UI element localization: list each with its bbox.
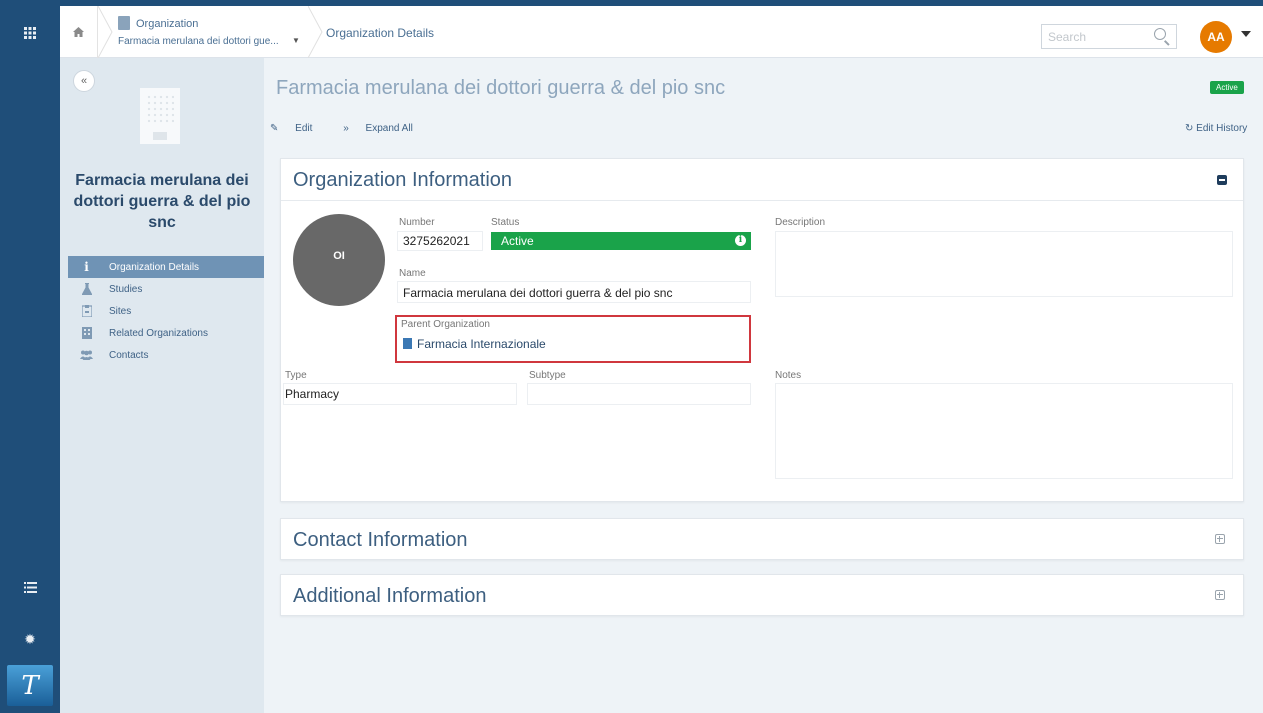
sidebar-nav: i Organization Details Studies Sites Rel… <box>68 256 264 366</box>
breadcrumb-separator <box>308 6 323 58</box>
entity-sidebar: « Farmacia merulana dei dottori guerra &… <box>60 58 264 713</box>
parent-organization-link[interactable]: Farmacia Internazionale <box>403 337 546 351</box>
sidebar-item-organization-details[interactable]: i Organization Details <box>68 256 264 278</box>
type-value: Pharmacy <box>285 387 340 401</box>
description-field <box>775 231 1233 297</box>
gear-icon[interactable]: ✹ <box>0 628 60 650</box>
breadcrumb-org-value: Farmacia merulana dei dottori gue... <box>118 36 279 47</box>
notes-label: Notes <box>775 370 802 381</box>
sidebar-item-contacts[interactable]: Contacts <box>68 344 264 366</box>
list-icon[interactable] <box>0 575 60 599</box>
additional-information-card: Additional Information <box>280 574 1244 616</box>
parent-organization-label: Parent Organization <box>401 319 490 330</box>
site-icon <box>80 305 93 318</box>
top-bar: Organization Farmacia merulana dei dotto… <box>60 0 1263 58</box>
history-icon: ↻ <box>1185 123 1194 134</box>
card-header: Organization Information <box>281 159 1243 201</box>
edit-history-label: Edit History <box>1196 123 1248 134</box>
edit-history-link[interactable]: ↻ Edit History <box>1185 123 1247 134</box>
edit-label: Edit <box>295 123 313 134</box>
sidebar-item-sites[interactable]: Sites <box>68 300 264 322</box>
user-avatar[interactable]: AA <box>1200 21 1232 53</box>
expand-all-link[interactable]: » Expand All <box>343 123 427 134</box>
description-label: Description <box>775 217 826 228</box>
info-icon: i <box>84 260 89 274</box>
status-value: Active <box>501 234 534 248</box>
sidebar-item-label: Sites <box>109 305 132 317</box>
caret-down-icon[interactable]: ▼ <box>292 36 300 45</box>
pencil-icon: ✎ <box>270 123 279 134</box>
subtype-field <box>527 383 751 405</box>
sidebar-org-name: Farmacia merulana dei dottori guerra & d… <box>73 172 251 231</box>
sidebar-item-studies[interactable]: Studies <box>68 278 264 300</box>
info-icon[interactable]: i <box>735 235 746 246</box>
chevrons-down-icon: » <box>343 123 349 134</box>
action-bar: ✎ Edit » Expand All <box>270 123 441 134</box>
breadcrumb-organization[interactable]: Organization Farmacia merulana dei dotto… <box>118 16 318 54</box>
collapse-section-icon[interactable] <box>1217 175 1227 185</box>
building-icon <box>403 338 412 349</box>
organization-building-icon <box>140 88 180 144</box>
home-icon[interactable] <box>60 6 98 58</box>
collapse-sidebar-button[interactable]: « <box>73 70 95 92</box>
number-label: Number <box>399 217 435 228</box>
edit-link[interactable]: ✎ Edit <box>270 123 326 134</box>
type-label: Type <box>285 370 307 381</box>
notes-field <box>775 383 1233 479</box>
users-icon <box>80 349 93 362</box>
main-content: Farmacia merulana dei dottori guerra & d… <box>264 58 1263 713</box>
breadcrumb-separator <box>98 6 113 58</box>
expand-section-icon[interactable] <box>1215 534 1225 544</box>
building-icon <box>80 327 93 340</box>
search-input[interactable]: Search <box>1041 24 1177 49</box>
card-title: Additional Information <box>293 585 487 607</box>
user-menu-caret-icon[interactable] <box>1241 31 1251 37</box>
app-logo: T <box>7 665 53 706</box>
card-title: Contact Information <box>293 529 468 551</box>
building-icon <box>118 16 130 30</box>
card-header[interactable]: Additional Information <box>281 575 1243 617</box>
sidebar-item-label: Studies <box>109 283 143 295</box>
flask-icon <box>80 283 93 296</box>
organization-avatar: OI <box>293 214 385 306</box>
breadcrumb-org-label: Organization <box>136 18 199 30</box>
apps-grid-icon[interactable] <box>0 5 60 60</box>
page-title: Farmacia merulana dei dottori guerra & d… <box>276 77 726 99</box>
sidebar-item-label: Contacts <box>109 349 149 361</box>
name-value: Farmacia merulana dei dottori guerra & d… <box>403 286 673 300</box>
status-badge: Active <box>1210 81 1244 94</box>
card-header[interactable]: Contact Information <box>281 519 1243 561</box>
search-placeholder: Search <box>1048 30 1087 44</box>
sidebar-item-related-organizations[interactable]: Related Organizations <box>68 322 264 344</box>
breadcrumb-current: Organization Details <box>326 26 435 40</box>
number-value: 3275262021 <box>403 234 470 248</box>
expand-section-icon[interactable] <box>1215 590 1225 600</box>
subtype-label: Subtype <box>529 370 566 381</box>
card-title: Organization Information <box>293 169 513 191</box>
parent-organization-field: Parent Organization Farmacia Internazion… <box>395 315 751 363</box>
parent-organization-value: Farmacia Internazionale <box>417 337 546 351</box>
organization-information-card: Organization Information OI Number 32752… <box>280 158 1244 502</box>
sidebar-item-label: Related Organizations <box>109 327 208 339</box>
contact-information-card: Contact Information <box>280 518 1244 560</box>
status-field: Active i <box>491 232 751 250</box>
status-label: Status <box>491 217 520 228</box>
search-icon[interactable] <box>1154 28 1166 40</box>
expand-all-label: Expand All <box>365 123 413 134</box>
name-label: Name <box>399 268 426 279</box>
sidebar-item-label: Organization Details <box>109 261 200 273</box>
app-rail: ✹ T <box>0 0 60 713</box>
